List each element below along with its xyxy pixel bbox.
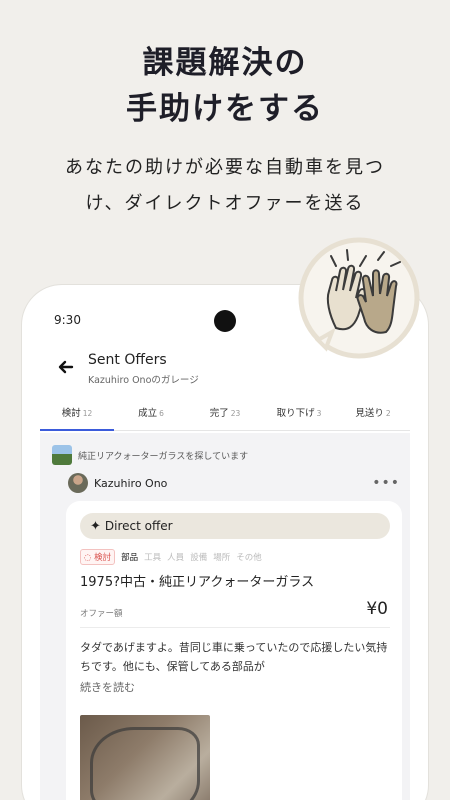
tab-completed[interactable]: 完了 23 [188,397,262,430]
category-tag: 場所 [213,553,231,563]
request-row[interactable]: 純正リアクォーターガラスを探しています [52,445,248,465]
tab-declined[interactable]: 見送り 2 [336,397,410,430]
avatar[interactable] [68,473,88,493]
more-icon[interactable]: ••• [372,475,400,491]
sparkle-icon: ✦ [90,518,101,534]
status-time: 9:30 [54,313,81,327]
user-name[interactable]: Kazuhiro Ono [94,477,372,490]
tab-count: 3 [316,409,322,418]
status-badge: ◌ 検討 [80,549,116,565]
tab-withdrawn[interactable]: 取り下げ 3 [262,397,336,430]
subline-line-1: あなたの助けが必要な自動車を見つ [65,157,385,178]
tab-label: 成立 [138,408,158,419]
tab-count: 2 [385,409,391,418]
headline: 課題解決の 手助けをする [0,40,450,132]
tab-label: 完了 [209,408,229,419]
tab-count: 6 [159,409,164,418]
category-tag: 人員 [167,553,185,563]
tab-accepted[interactable]: 成立 6 [114,397,188,430]
page-title: Sent Offers [88,352,167,368]
page-subtitle: Kazuhiro Onoのガレージ [88,375,199,386]
offer-list: 純正リアクォーターガラスを探しています Kazuhiro Ono ••• ✦ D… [40,433,410,800]
headline-line-2: 手助けをする [126,91,324,127]
tab-count: 23 [230,409,241,418]
tab-considering[interactable]: 検討 12 [40,397,114,431]
headline-line-1: 課題解決の [142,45,308,81]
category-tags: ◌ 検討 部品 工具 人員 設備 場所 その他 [80,549,268,565]
category-tag: 工具 [144,553,162,563]
tab-bar: 検討 12 成立 6 完了 23 取り下げ 3 見送り 2 [40,397,410,431]
tab-label: 検討 [61,408,81,419]
request-text: 純正リアクォーターガラスを探しています [78,451,249,462]
item-title: 1975?中古・純正リアクォーターガラス [80,575,315,590]
tab-count: 12 [82,409,93,418]
back-arrow-icon[interactable] [56,357,76,377]
divider [80,627,390,628]
tab-label: 取り下げ [276,408,315,419]
car-thumbnail [52,445,72,465]
offer-type-label: Direct offer [104,519,173,533]
price-label: オファー額 [80,609,123,619]
tab-label: 見送り [355,408,384,419]
category-tag: その他 [236,553,262,563]
subline-line-2: け、ダイレクトオファーを送る [85,193,365,214]
category-tag: 設備 [190,553,208,563]
offer-message: タダであげますよ。昔同じ車に乗っていたので応援したい気持ちです。他にも、保管して… [80,641,388,673]
direct-offer-pill: ✦ Direct offer [80,513,390,539]
offer-card[interactable]: ✦ Direct offer ◌ 検討 部品 工具 人員 設備 場所 その他 1… [66,501,402,800]
category-tag: 部品 [121,553,139,563]
user-row: Kazuhiro Ono ••• [68,473,400,493]
camera-cutout [214,310,236,332]
subline: あなたの助けが必要な自動車を見つ け、ダイレクトオファーを送る [0,150,450,222]
high-five-icon [298,237,420,359]
item-photo[interactable] [80,715,210,800]
status-text: 検討 [94,553,112,563]
phone-screen: 9:30 Sent Offers Kazuhiro Onoのガレージ 検討 12 … [40,303,410,800]
read-more-link[interactable]: 続きを読む [80,679,135,695]
offer-price: ¥0 [366,599,388,619]
